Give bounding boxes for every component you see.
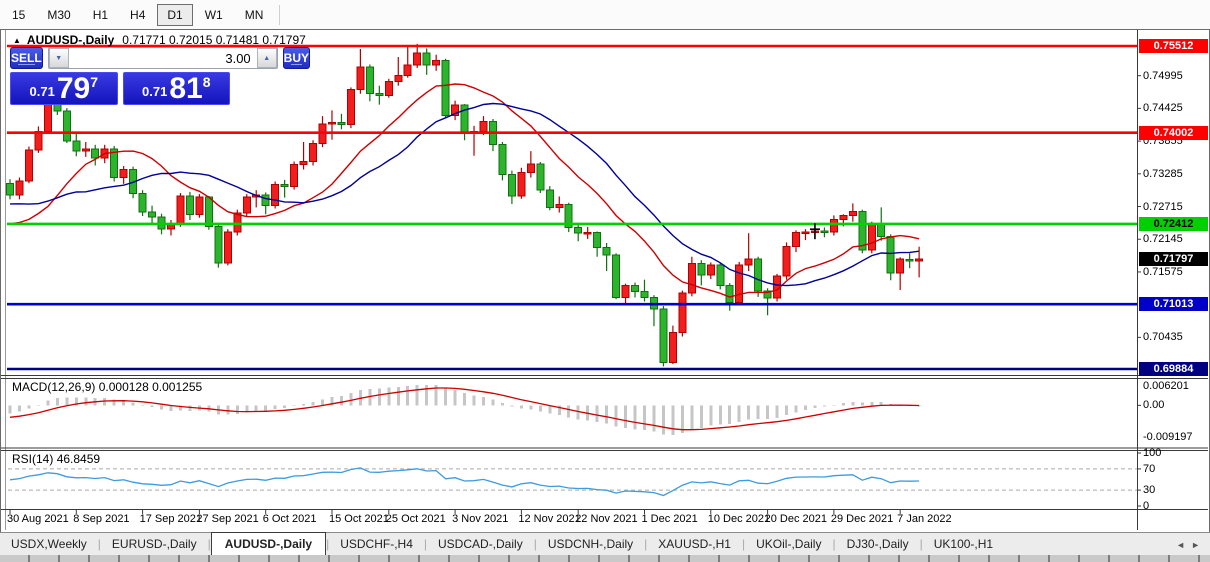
volume-stepper: ▼ ▲ [48,47,278,69]
volume-input[interactable] [69,48,257,68]
panel-frames [1,30,1208,530]
buy-price-pip: 8 [203,74,211,90]
buy-button[interactable]: BUY [283,47,310,69]
chart-ohlc-values: 0.71771 0.72015 0.71481 0.71797 [122,33,306,47]
buy-price-base: 0.71 [142,84,167,99]
volume-increase-icon[interactable]: ▲ [257,48,277,68]
one-click-trade-panel: SELL ▼ ▲ BUY 0.71 79 7 0.71 81 8 [10,47,230,105]
chart-symbol: AUDUSD-,Daily [27,33,114,47]
sell-price-box[interactable]: 0.71 79 7 [10,72,118,105]
chart-title: ▲ AUDUSD-,Daily 0.71771 0.72015 0.71481 0.… [13,33,306,47]
sell-price-base: 0.71 [30,84,55,99]
volume-decrease-icon[interactable]: ▼ [49,48,69,68]
macd-histogram [9,385,921,435]
sell-price-pip: 7 [90,74,98,90]
buy-price-big: 81 [169,76,202,102]
sell-button[interactable]: SELL [10,47,43,69]
rsi-levels [8,469,1137,490]
buy-price-box[interactable]: 0.71 81 8 [123,72,231,105]
trading-terminal: 15M30H1H4D1W1MN ▲AUDUSD-,Daily0.71771 0.… [0,0,1210,562]
date-tick-marks [10,510,900,515]
collapse-icon[interactable]: ▲ [13,36,21,45]
sell-price-big: 79 [57,76,90,102]
rsi-line [10,468,919,496]
